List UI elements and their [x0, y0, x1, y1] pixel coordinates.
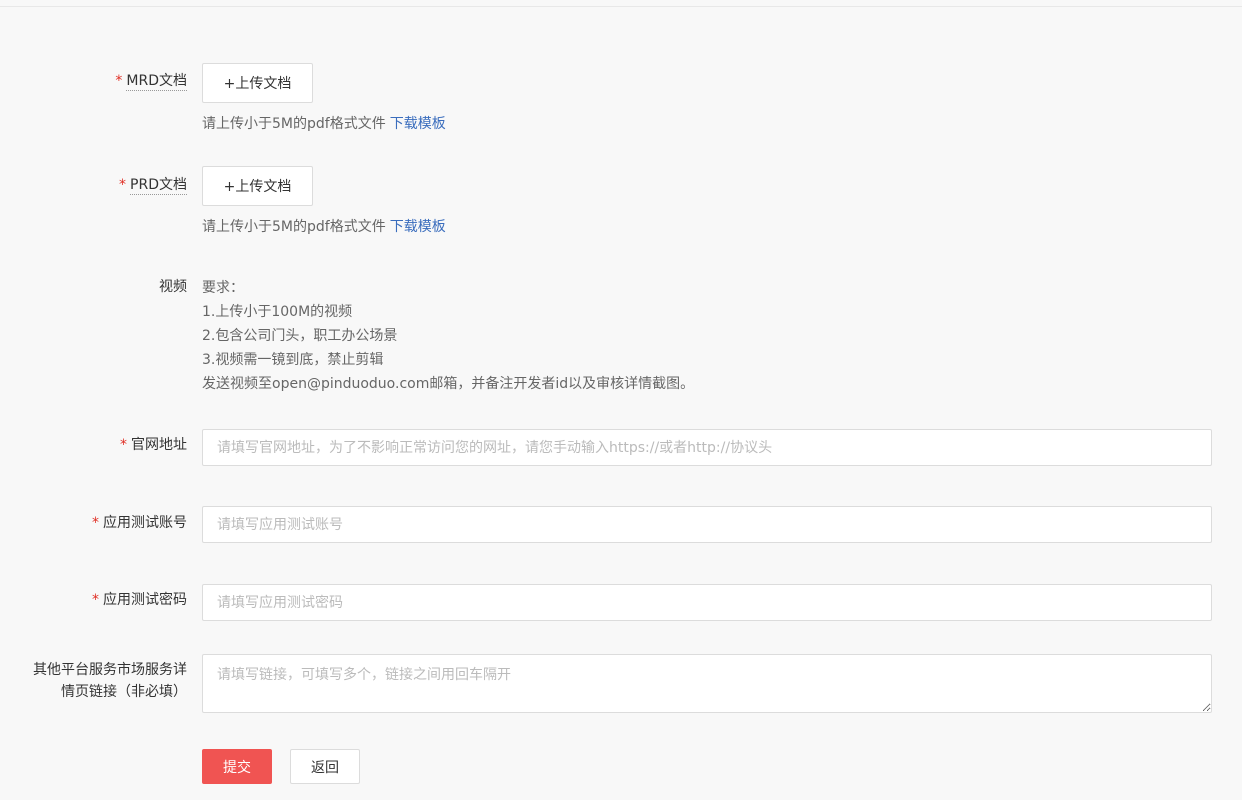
submit-button[interactable]: 提交	[202, 749, 272, 784]
test-account-label: * 应用测试账号	[92, 515, 187, 531]
video-requirement-line: 1.上传小于100M的视频	[202, 304, 353, 320]
required-star: *	[120, 437, 127, 453]
website-label: * 官网地址	[120, 437, 187, 453]
required-star: *	[92, 515, 99, 531]
required-star: *	[115, 73, 123, 89]
video-requirement-line: 要求：	[202, 280, 244, 296]
required-star: *	[119, 177, 127, 193]
other-links-label: 其他平台服务市场服务详 情页链接（非必填）	[33, 662, 187, 700]
prd-upload-button[interactable]: +上传文档	[202, 166, 313, 206]
mrd-template-link[interactable]: 下载模板	[390, 116, 446, 132]
prd-template-link[interactable]: 下载模板	[390, 219, 446, 235]
prd-hint-text: 请上传小于5M的pdf格式文件	[202, 219, 386, 235]
mrd-hint-text: 请上传小于5M的pdf格式文件	[202, 116, 386, 132]
mrd-label: * MRD文档	[115, 73, 187, 91]
mrd-hint: 请上传小于5M的pdf格式文件 下载模板	[202, 114, 446, 134]
video-requirement-line: 2.包含公司门头，职工办公场景	[202, 328, 398, 344]
video-label: 视频	[159, 279, 187, 295]
video-requirement-line: 3.视频需一镜到底，禁止剪辑	[202, 352, 384, 368]
website-input[interactable]	[202, 429, 1212, 466]
mrd-upload-button[interactable]: +上传文档	[202, 63, 313, 103]
back-button[interactable]: 返回	[290, 749, 360, 784]
test-password-input[interactable]	[202, 584, 1212, 621]
video-requirements: 要求： 1.上传小于100M的视频 2.包含公司门头，职工办公场景 3.视频需一…	[202, 276, 694, 396]
top-divider	[0, 6, 1242, 7]
test-account-input[interactable]	[202, 506, 1212, 543]
other-links-textarea[interactable]	[202, 654, 1212, 713]
required-star: *	[92, 592, 99, 608]
prd-hint: 请上传小于5M的pdf格式文件 下载模板	[202, 217, 446, 237]
prd-label: * PRD文档	[119, 177, 187, 195]
test-password-label: * 应用测试密码	[92, 592, 187, 608]
video-requirement-line: 发送视频至open@pinduoduo.com邮箱，并备注开发者id以及审核详情…	[202, 376, 695, 392]
